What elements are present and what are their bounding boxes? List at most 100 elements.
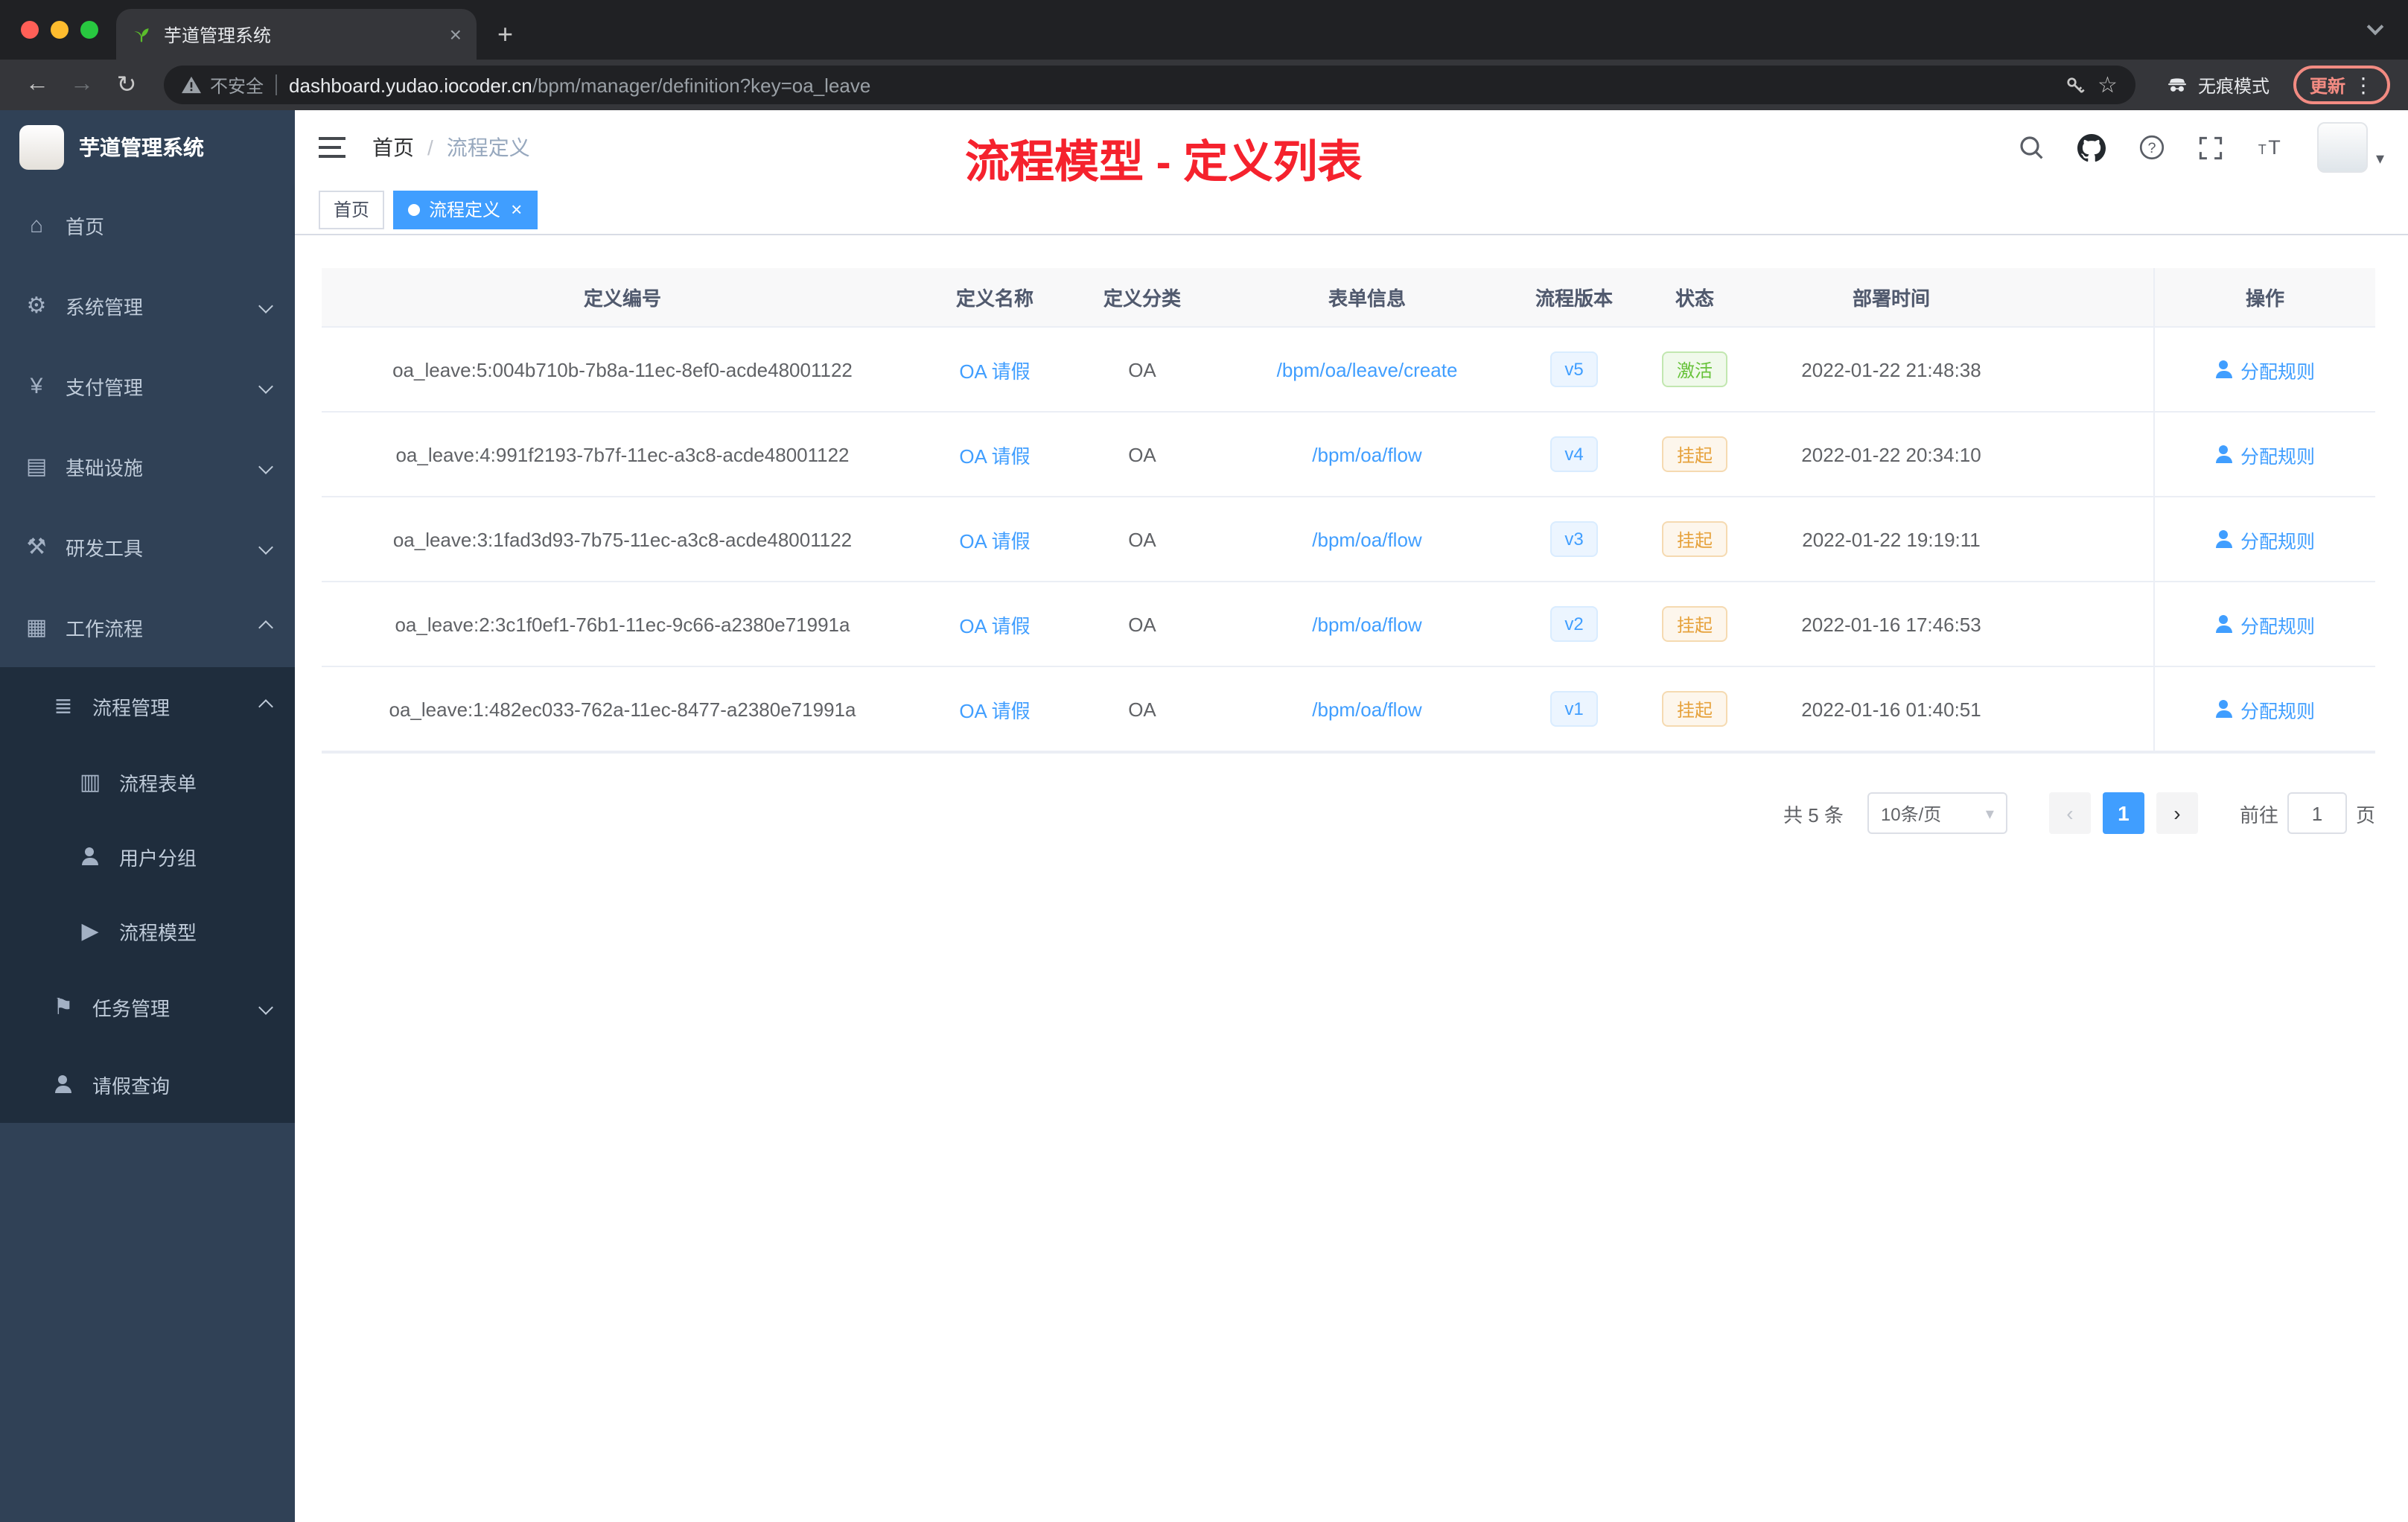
caret-down-icon: ▾ xyxy=(1985,805,1994,823)
definition-table: 定义编号 定义名称 定义分类 表单信息 流程版本 状态 部署时间 操作 oa_leave:5:… xyxy=(322,268,2375,754)
column-header-label: 状态 xyxy=(1675,287,1714,310)
goto-suffix: 页 xyxy=(2355,803,2375,826)
browser-tab[interactable]: 芋道管理系统 × xyxy=(116,9,477,60)
definition-id-cell: oa_leave:1:482ec033-762a-11ec-8477-a2380… xyxy=(322,667,923,751)
definition-category: OA xyxy=(1128,613,1156,635)
browser-update-button[interactable]: 更新 ⋮ xyxy=(2293,66,2390,104)
assign-rule-label: 分配规则 xyxy=(2240,361,2315,382)
column-header: 部署时间 xyxy=(1757,268,2025,326)
column-header-label: 表单信息 xyxy=(1328,287,1406,310)
sidebar-item-user-group[interactable]: 用户分组 xyxy=(0,819,295,894)
definition-name-link[interactable]: OA 请假 xyxy=(959,440,1030,468)
close-window-button[interactable] xyxy=(21,21,39,39)
tab-close-icon[interactable]: × xyxy=(450,24,462,45)
address-bar[interactable]: 不安全 dashboard.yudao.iocoder.cn/bpm/manag… xyxy=(164,66,2135,104)
goto-prefix: 前往 xyxy=(2239,803,2278,826)
form-link[interactable]: /bpm/oa/flow xyxy=(1312,443,1421,465)
reload-icon[interactable]: ↻ xyxy=(107,70,146,100)
sidebar-item-payment[interactable]: ¥ 支付管理 xyxy=(0,346,295,426)
deploy-time: 2022-01-16 17:46:53 xyxy=(1801,613,1981,635)
sidebar-item-task-mgmt[interactable]: ⚑ 任务管理 xyxy=(0,968,295,1045)
sidebar-item-infrastructure[interactable]: ▤ 基础设施 xyxy=(0,426,295,506)
sidebar-item-label: 用户分组 xyxy=(119,847,197,869)
column-header: 状态 xyxy=(1632,268,1757,326)
tag-label: 首页 xyxy=(334,200,370,220)
menu-kebab-icon[interactable]: ⋮ xyxy=(2353,72,2374,98)
assign-rule-link[interactable]: 分配规则 xyxy=(2215,525,2315,553)
minimize-window-button[interactable] xyxy=(51,21,69,39)
definition-name-link[interactable]: OA 请假 xyxy=(959,610,1030,638)
zoom-window-button[interactable] xyxy=(80,21,98,39)
form-link[interactable]: /bpm/oa/flow xyxy=(1312,698,1421,720)
status-tag-cell: 挂起 xyxy=(1632,667,1757,751)
search-icon[interactable] xyxy=(2019,134,2045,161)
font-size-icon[interactable]: TT xyxy=(2257,134,2285,161)
close-icon[interactable]: × xyxy=(511,198,522,220)
tools-icon: ⚒ xyxy=(26,535,47,560)
assign-rule-link[interactable]: 分配规则 xyxy=(2215,440,2315,468)
form-link[interactable]: /bpm/oa/leave/create xyxy=(1277,358,1458,380)
form-icon: ▥ xyxy=(79,770,101,795)
action-cell-cell: 分配规则 xyxy=(2153,328,2375,411)
traffic-lights xyxy=(21,21,98,39)
page-size-value: 10条/页 xyxy=(1880,803,1942,824)
assign-rule-link[interactable]: 分配规则 xyxy=(2215,695,2315,723)
url-text: dashboard.yudao.iocoder.cn/bpm/manager/d… xyxy=(289,74,2051,96)
definition-name-link[interactable]: OA 请假 xyxy=(959,525,1030,553)
sidebar-item-process-model[interactable]: ▶ 流程模型 xyxy=(0,894,295,968)
sidebar-item-process-mgmt[interactable]: ≣ 流程管理 xyxy=(0,667,295,745)
tag-home[interactable]: 首页 xyxy=(319,190,385,229)
status-tag-cell: 挂起 xyxy=(1632,497,1757,581)
bookmark-star-icon[interactable]: ☆ xyxy=(2098,71,2118,98)
version-tag: v5 xyxy=(1549,351,1599,387)
breadcrumb-separator: / xyxy=(427,136,433,159)
not-secure-warning[interactable]: 不安全 xyxy=(182,72,264,98)
sidebar-item-home[interactable]: ⌂ 首页 xyxy=(0,185,295,265)
user-menu[interactable]: ▾ xyxy=(2317,122,2384,173)
definition-id: oa_leave:2:3c1f0ef1-76b1-11ec-9c66-a2380… xyxy=(395,613,850,635)
action-cell-cell: 分配规则 xyxy=(2153,497,2375,581)
assign-rule-link[interactable]: 分配规则 xyxy=(2215,610,2315,638)
send-icon: ▶ xyxy=(81,919,99,944)
list-icon: ≣ xyxy=(54,694,73,719)
new-tab-button[interactable]: + xyxy=(497,21,513,48)
pagination-goto: 前往 页 xyxy=(2240,792,2375,834)
prev-page-button[interactable]: ‹ xyxy=(2048,792,2091,834)
github-icon[interactable] xyxy=(2077,133,2106,162)
tab-search-chevron-icon[interactable] xyxy=(2366,18,2384,36)
divider xyxy=(275,74,278,95)
sidebar-item-label: 流程模型 xyxy=(119,921,197,943)
sidebar-item-process-form[interactable]: ▥ 流程表单 xyxy=(0,745,295,819)
warning-icon xyxy=(182,76,201,94)
sidebar-item-system[interactable]: ⚙ 系统管理 xyxy=(0,265,295,346)
page-1-button[interactable]: 1 xyxy=(2102,792,2144,834)
sidebar-item-dev-tools[interactable]: ⚒ 研发工具 xyxy=(0,506,295,587)
fullscreen-icon[interactable] xyxy=(2199,135,2224,160)
sidebar-item-workflow[interactable]: ▦ 工作流程 xyxy=(0,587,295,667)
hamburger-icon[interactable] xyxy=(319,137,345,158)
sidebar-item-leave-query[interactable]: 请假查询 xyxy=(0,1045,295,1123)
definition-name-link[interactable]: OA 请假 xyxy=(959,695,1030,723)
version-tag: v4 xyxy=(1549,436,1599,472)
tag-bpm-definition[interactable]: 流程定义 × xyxy=(393,190,538,229)
assign-rule-link[interactable]: 分配规则 xyxy=(2215,355,2315,383)
goto-page-input[interactable] xyxy=(2287,792,2347,834)
version-tag-cell: v3 xyxy=(1516,497,1632,581)
key-icon[interactable] xyxy=(2063,74,2086,96)
form-link-cell: /bpm/oa/flow xyxy=(1218,582,1516,666)
chevron-down-icon xyxy=(258,298,273,313)
forward-icon[interactable]: → xyxy=(63,71,101,98)
next-page-button[interactable]: › xyxy=(2156,792,2198,834)
page-size-select[interactable]: 10条/页 ▾ xyxy=(1867,792,2007,834)
back-icon[interactable]: ← xyxy=(18,71,57,98)
sidebar-item-label: 首页 xyxy=(66,215,105,238)
help-icon[interactable]: ? xyxy=(2139,134,2166,161)
logo-row[interactable]: 芋道管理系统 xyxy=(0,110,295,185)
form-link[interactable]: /bpm/oa/flow xyxy=(1312,613,1421,635)
sidebar-item-label: 基础设施 xyxy=(66,456,144,479)
definition-name-link[interactable]: OA 请假 xyxy=(959,355,1030,383)
definition-category-cell: OA xyxy=(1066,497,1218,581)
form-link[interactable]: /bpm/oa/flow xyxy=(1312,528,1421,550)
breadcrumb-home[interactable]: 首页 xyxy=(372,133,414,162)
definition-category-cell: OA xyxy=(1066,328,1218,411)
